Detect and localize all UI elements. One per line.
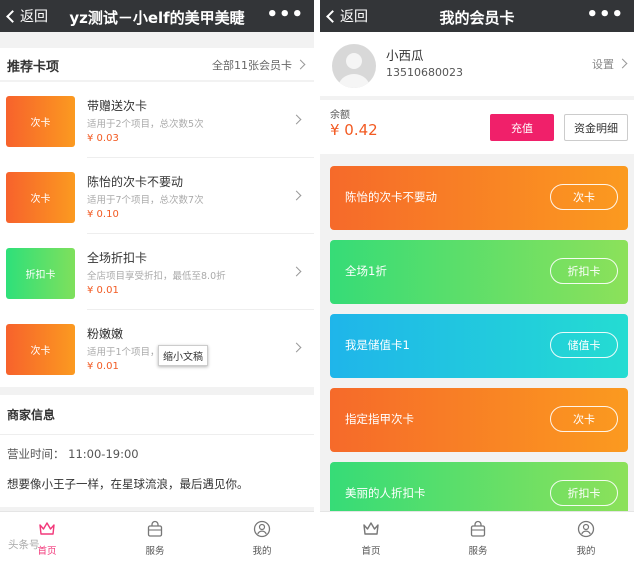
tab-label: 首页 [361, 546, 381, 557]
back-button[interactable]: 返回 [3, 6, 48, 26]
chevron-left-icon [6, 9, 19, 23]
card-type-badge: 折扣卡 [550, 258, 618, 284]
card-thumbnail: 次卡 [6, 96, 75, 147]
card-price: ¥ 0.10 [87, 209, 119, 220]
card-type-badge: 次卡 [550, 406, 618, 432]
chevron-right-icon [291, 190, 302, 201]
card-name: 粉嫩嫩 [87, 327, 124, 341]
shop-home-screen: 返回 yz测试－小elf的美甲美睫 ••• 推荐卡项 全部11张会员卡 次卡 带… [0, 0, 314, 563]
my-membership-cards-screen: 返回 我的会员卡 ••• 小西瓜 13510680023 设置 余额 ¥ 0.4… [320, 0, 634, 563]
chevron-right-icon [291, 266, 302, 277]
recommended-title: 推荐卡项 [7, 60, 60, 75]
merchant-title: 商家信息 [7, 408, 56, 422]
tab-services[interactable]: 服务 [130, 520, 180, 560]
tab-home[interactable]: 首页 [346, 520, 396, 560]
card-name: 指定指甲次卡 [345, 412, 414, 426]
card-name: 全场1折 [345, 264, 387, 278]
recommended-card-list: 次卡 带赠送次卡 适用于2个项目，总次数5次 ¥ 0.03 次卡 陈怡的次卡不要… [0, 82, 314, 387]
left-tab-bar: 首页 服务 我的 [0, 511, 314, 563]
chevron-right-icon [295, 59, 306, 70]
zoom-out-tooltip: 缩小文稿 [158, 345, 208, 366]
list-item[interactable]: 折扣卡 全场折扣卡 全店项目享受折扣，最低至8.0折 ¥ 0.01 [0, 234, 314, 310]
balance-amount: ¥ 0.42 [330, 121, 378, 139]
merchant-info-section: 商家信息 营业时间： 11:00-19:00 想要像小王子一样，在星球流浪，最后… [0, 395, 314, 507]
card-name: 陈怡的次卡不要动 [87, 175, 184, 189]
tab-label: 服务 [145, 546, 165, 557]
card-description: 适用于2个项目，总次数5次 [87, 119, 204, 130]
card-name: 带赠送次卡 [87, 99, 148, 113]
list-item[interactable]: 次卡 带赠送次卡 适用于2个项目，总次数5次 ¥ 0.03 [0, 82, 314, 158]
bag-icon [147, 520, 163, 537]
list-item[interactable]: 次卡 粉嫩嫩 适用于1个项目， ¥ 0.01 [0, 310, 314, 386]
card-description: 适用于7个项目，总次数7次 [87, 195, 204, 206]
user-profile: 小西瓜 13510680023 设置 [320, 32, 634, 96]
right-tab-bar: 首页 服务 我的 [320, 511, 634, 563]
more-menu-button[interactable]: ••• [586, 4, 624, 25]
more-menu-button[interactable]: ••• [266, 4, 304, 25]
card-name: 陈怡的次卡不要动 [345, 190, 437, 204]
back-label: 返回 [340, 9, 368, 25]
all-cards-link[interactable]: 全部11张会员卡 [212, 57, 292, 73]
chevron-right-icon [291, 342, 302, 353]
back-label: 返回 [20, 9, 48, 25]
card-thumbnail: 折扣卡 [6, 248, 75, 299]
tab-services[interactable]: 服务 [453, 520, 503, 560]
card-price: ¥ 0.01 [87, 285, 119, 296]
right-navbar: 返回 我的会员卡 ••• [320, 0, 634, 32]
business-hours: 营业时间： 11:00-19:00 [7, 447, 139, 461]
membership-card[interactable]: 全场1折 折扣卡 [330, 240, 628, 304]
card-thumbnail: 次卡 [6, 324, 75, 375]
tab-mine[interactable]: 我的 [561, 520, 611, 560]
crown-icon [363, 522, 379, 535]
avatar [332, 44, 376, 88]
settings-link[interactable]: 设置 [592, 56, 614, 72]
tab-label: 服务 [468, 546, 488, 557]
card-name: 我是储值卡1 [345, 338, 410, 352]
recommended-header: 推荐卡项 全部11张会员卡 [0, 48, 314, 80]
membership-card[interactable]: 我是储值卡1 储值卡 [330, 314, 628, 378]
chevron-right-icon [291, 114, 302, 125]
card-price: ¥ 0.01 [87, 361, 119, 372]
chevron-left-icon [326, 9, 339, 23]
fund-details-button[interactable]: 资金明细 [564, 114, 628, 141]
card-name: 全场折扣卡 [87, 251, 148, 265]
bag-icon [470, 520, 486, 537]
balance-label: 余额 [330, 110, 350, 121]
left-navbar: 返回 yz测试－小elf的美甲美睫 ••• [0, 0, 314, 32]
card-description: 全店项目享受折扣，最低至8.0折 [87, 271, 226, 282]
balance-section: 余额 ¥ 0.42 充值 资金明细 [320, 100, 634, 154]
list-item[interactable]: 次卡 陈怡的次卡不要动 适用于7个项目，总次数7次 ¥ 0.10 [0, 158, 314, 234]
user-icon [253, 520, 271, 538]
membership-card[interactable]: 陈怡的次卡不要动 次卡 [330, 166, 628, 230]
card-description: 适用于1个项目， [87, 347, 160, 358]
back-button[interactable]: 返回 [323, 6, 368, 26]
user-name: 小西瓜 [386, 48, 424, 63]
divider [0, 434, 314, 435]
membership-card[interactable]: 指定指甲次卡 次卡 [330, 388, 628, 452]
tab-label: 我的 [576, 546, 596, 557]
user-phone: 13510680023 [386, 66, 463, 79]
tab-label: 我的 [252, 546, 272, 557]
card-thumbnail: 次卡 [6, 172, 75, 223]
tab-mine[interactable]: 我的 [237, 520, 287, 560]
watermark: 头条号 [8, 539, 40, 551]
user-icon [577, 520, 595, 538]
card-type-badge: 次卡 [550, 184, 618, 210]
card-price: ¥ 0.03 [87, 133, 119, 144]
crown-icon [39, 522, 55, 535]
chevron-right-icon [617, 58, 628, 69]
card-type-badge: 储值卡 [550, 332, 618, 358]
default-avatar-icon [338, 53, 370, 88]
card-type-badge: 折扣卡 [550, 480, 618, 506]
merchant-motto: 想要像小王子一样，在星球流浪，最后遇见你。 [7, 477, 249, 491]
recharge-button[interactable]: 充值 [490, 114, 554, 141]
card-name: 美丽的人折扣卡 [345, 486, 426, 500]
